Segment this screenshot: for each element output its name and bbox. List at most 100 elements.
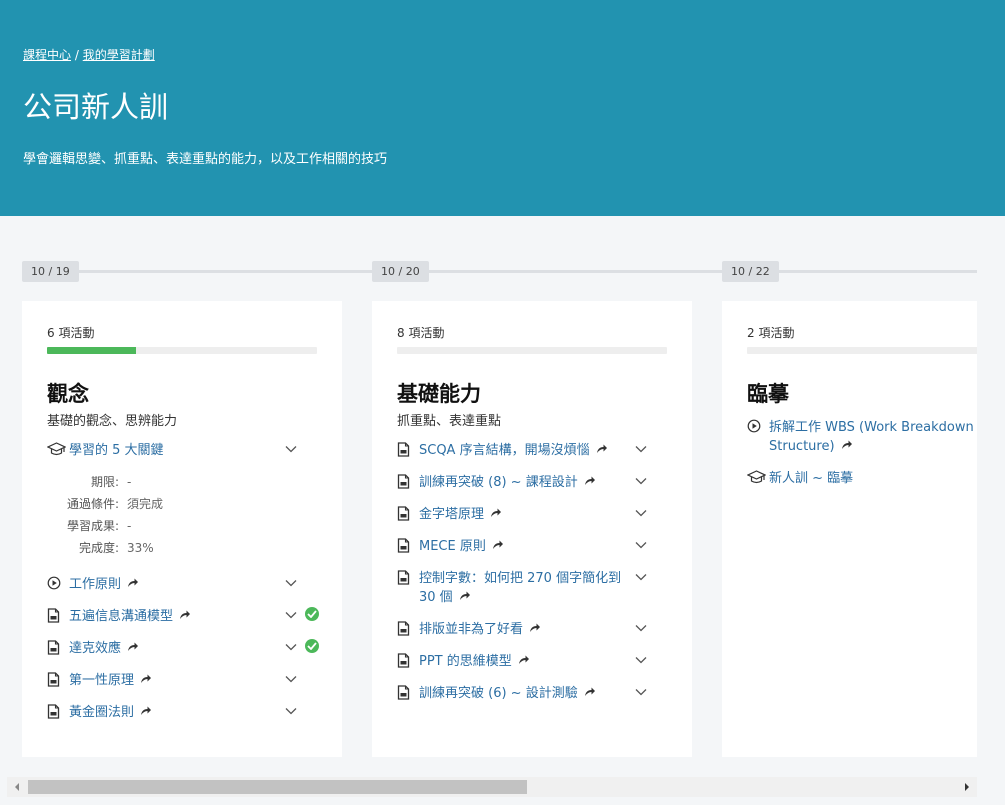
share-arrow-icon[interactable] bbox=[841, 439, 853, 453]
section-subtitle: 基礎的觀念、思辨能力 bbox=[47, 414, 178, 429]
chevron-down-icon[interactable] bbox=[633, 620, 649, 636]
activity-count: 6 項活動 bbox=[47, 326, 95, 340]
chevron-down-icon[interactable] bbox=[283, 575, 299, 591]
course-header: 課程中心 / 我的學習計劃 公司新人訓 學會邏輯思變、抓重點、表達重點的能力，以… bbox=[0, 0, 1005, 216]
activity-label[interactable]: SCQA 序言結構，開場沒煩惱 bbox=[419, 441, 639, 460]
activity-label[interactable]: 排版並非為了好看 bbox=[419, 620, 639, 639]
activity-item[interactable]: 學習的 5 大關鍵 bbox=[47, 435, 317, 467]
share-arrow-icon[interactable] bbox=[140, 673, 152, 687]
activity-label[interactable]: 五遍信息溝通模型 bbox=[69, 607, 289, 626]
document-icon bbox=[47, 639, 69, 655]
activity-label[interactable]: 金字塔原理 bbox=[419, 505, 639, 524]
chevron-down-icon[interactable] bbox=[283, 703, 299, 719]
activity-list: 拆解工作 WBS (Work Breakdown Structure) 新人訓 ~… bbox=[747, 412, 977, 495]
section-title: 臨摹 bbox=[747, 382, 789, 406]
activity-label[interactable]: 訓練再突破 (6) ~ 設計測驗 bbox=[419, 684, 639, 703]
chevron-down-icon[interactable] bbox=[633, 505, 649, 521]
activity-item[interactable]: 達克效應 bbox=[47, 633, 319, 665]
activity-label-text: 達克效應 bbox=[69, 641, 122, 656]
document-icon bbox=[397, 620, 419, 636]
activity-label[interactable]: 黃金圈法則 bbox=[69, 703, 289, 722]
activity-label[interactable]: 工作原則 bbox=[69, 575, 289, 594]
chevron-down-icon[interactable] bbox=[283, 607, 299, 623]
scroll-left-arrow-icon[interactable] bbox=[7, 777, 27, 797]
share-arrow-icon[interactable] bbox=[140, 705, 152, 719]
chevron-down-icon[interactable] bbox=[633, 569, 649, 585]
activity-item[interactable]: 控制字數：如何把 270 個字簡化到 30 個 bbox=[397, 563, 667, 614]
share-arrow-icon[interactable] bbox=[596, 443, 608, 457]
breadcrumb-my-plan-link[interactable]: 我的學習計劃 bbox=[83, 48, 155, 62]
activity-item[interactable]: 拆解工作 WBS (Work Breakdown Structure) bbox=[747, 412, 977, 463]
activity-item[interactable]: 第一性原理 bbox=[47, 665, 317, 697]
document-icon bbox=[47, 607, 69, 623]
activity-label[interactable]: PPT 的思維模型 bbox=[419, 652, 639, 671]
activity-label[interactable]: 新人訓 ~ 臨摹 bbox=[769, 469, 977, 488]
horizontal-scrollbar[interactable] bbox=[7, 777, 977, 797]
activity-item[interactable]: 訓練再突破 (6) ~ 設計測驗 bbox=[397, 678, 667, 710]
share-arrow-icon[interactable] bbox=[459, 590, 471, 604]
timeline-date-3: 10 / 22 bbox=[722, 261, 779, 282]
chevron-down-icon[interactable] bbox=[283, 639, 299, 655]
activity-item[interactable]: 金字塔原理 bbox=[397, 499, 667, 531]
detail-row: 期限: - bbox=[47, 471, 317, 493]
progress-bar bbox=[747, 347, 977, 354]
chevron-down-icon[interactable] bbox=[283, 441, 299, 457]
activity-item[interactable]: 訓練再突破 (8) ~ 課程設計 bbox=[397, 467, 667, 499]
activity-label[interactable]: 學習的 5 大關鍵 bbox=[69, 441, 289, 460]
breadcrumb-course-center-link[interactable]: 課程中心 bbox=[23, 48, 71, 62]
activity-label[interactable]: 達克效應 bbox=[69, 639, 289, 658]
activity-label-text: 訓練再突破 (6) ~ 設計測驗 bbox=[419, 686, 578, 701]
activity-label[interactable]: 第一性原理 bbox=[69, 671, 289, 690]
detail-value: 須完成 bbox=[127, 497, 164, 511]
progress-bar bbox=[47, 347, 317, 354]
document-icon bbox=[397, 505, 419, 521]
play-circle-icon bbox=[47, 575, 69, 590]
share-arrow-icon[interactable] bbox=[584, 475, 596, 489]
share-arrow-icon[interactable] bbox=[584, 686, 596, 700]
chevron-down-icon[interactable] bbox=[633, 652, 649, 668]
scroll-right-arrow-icon[interactable] bbox=[957, 777, 977, 797]
activity-item[interactable]: 黃金圈法則 bbox=[47, 697, 317, 729]
chevron-down-icon[interactable] bbox=[633, 684, 649, 700]
detail-label: 完成度: bbox=[78, 541, 119, 555]
share-arrow-icon[interactable] bbox=[518, 654, 530, 668]
graduation-cap-icon bbox=[47, 441, 69, 456]
activity-item[interactable]: SCQA 序言結構，開場沒煩惱 bbox=[397, 435, 667, 467]
document-icon bbox=[397, 652, 419, 668]
activity-list: SCQA 序言結構，開場沒煩惱訓練再突破 (8) ~ 課程設計金字塔原理 MECE… bbox=[397, 435, 667, 710]
share-arrow-icon[interactable] bbox=[127, 577, 139, 591]
share-arrow-icon[interactable] bbox=[490, 507, 502, 521]
progress-bar-fill bbox=[47, 347, 137, 354]
share-arrow-icon[interactable] bbox=[127, 641, 139, 655]
chevron-down-icon[interactable] bbox=[633, 473, 649, 489]
share-arrow-icon[interactable] bbox=[179, 609, 191, 623]
activity-label-text: 新人訓 ~ 臨摹 bbox=[769, 471, 854, 486]
activity-item[interactable]: 五遍信息溝通模型 bbox=[47, 601, 319, 633]
section-title: 基礎能力 bbox=[397, 382, 481, 406]
activity-label[interactable]: MECE 原則 bbox=[419, 537, 639, 556]
breadcrumb-separator: / bbox=[74, 48, 79, 62]
play-circle-icon bbox=[747, 418, 769, 433]
chevron-down-icon[interactable] bbox=[633, 441, 649, 457]
activity-label-text: 五遍信息溝通模型 bbox=[69, 609, 174, 624]
chevron-down-icon[interactable] bbox=[283, 671, 299, 687]
detail-label: 通過條件: bbox=[66, 497, 119, 511]
activity-item[interactable]: PPT 的思維模型 bbox=[397, 646, 667, 678]
activity-label-text: 拆解工作 WBS (Work Breakdown Structure) bbox=[769, 420, 974, 454]
share-arrow-icon[interactable] bbox=[529, 622, 541, 636]
activity-item[interactable]: MECE 原則 bbox=[397, 531, 667, 563]
activity-label[interactable]: 拆解工作 WBS (Work Breakdown Structure) bbox=[769, 418, 977, 456]
activity-label[interactable]: 控制字數：如何把 270 個字簡化到 30 個 bbox=[419, 569, 639, 607]
share-arrow-icon[interactable] bbox=[492, 539, 504, 553]
activity-label-text: 控制字數：如何把 270 個字簡化到 30 個 bbox=[419, 571, 622, 605]
activity-label-text: 訓練再突破 (8) ~ 課程設計 bbox=[419, 475, 578, 490]
activity-item[interactable]: 排版並非為了好看 bbox=[397, 614, 667, 646]
timeline-date-2: 10 / 20 bbox=[372, 261, 429, 282]
chevron-down-icon[interactable] bbox=[633, 537, 649, 553]
document-icon bbox=[397, 684, 419, 700]
activity-item[interactable]: 新人訓 ~ 臨摹 bbox=[747, 463, 977, 495]
progress-bar bbox=[397, 347, 667, 354]
scrollbar-thumb[interactable] bbox=[28, 780, 527, 794]
activity-item[interactable]: 工作原則 bbox=[47, 569, 317, 601]
activity-label[interactable]: 訓練再突破 (8) ~ 課程設計 bbox=[419, 473, 639, 492]
